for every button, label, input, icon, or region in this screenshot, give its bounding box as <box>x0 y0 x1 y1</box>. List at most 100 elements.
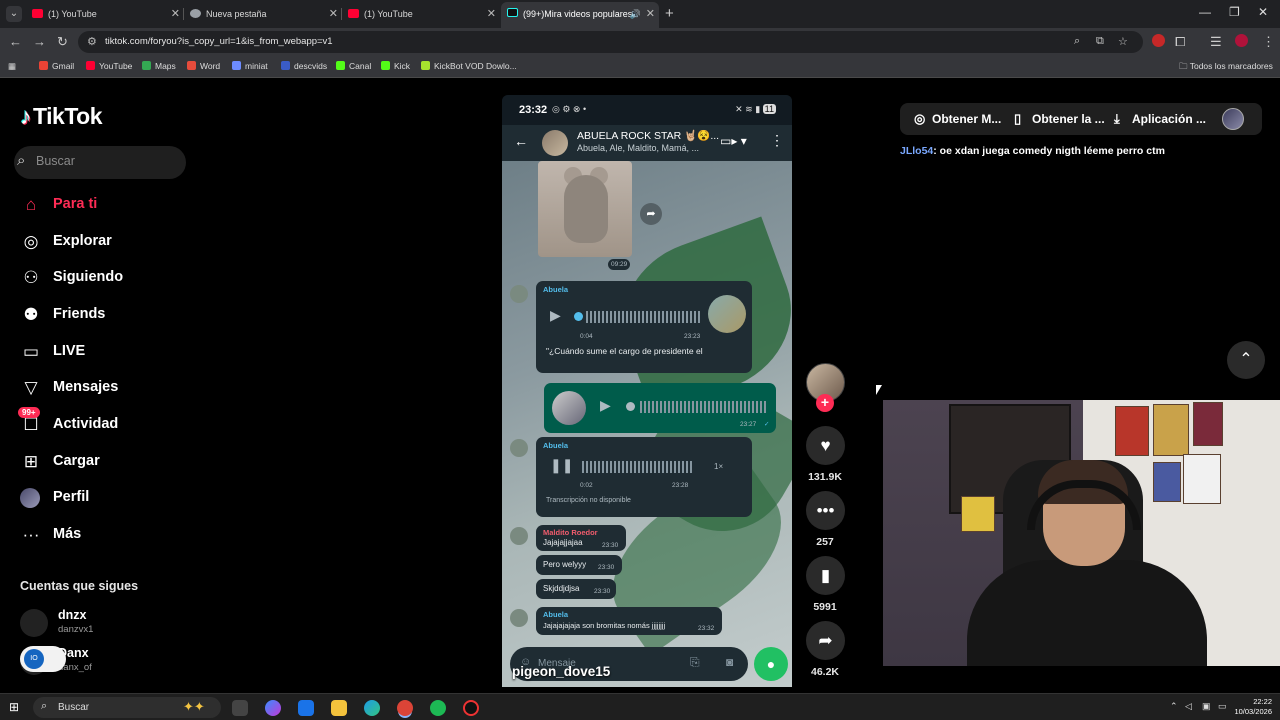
button-label: Aplicación ... <box>1132 112 1207 126</box>
sidebar-item-mas[interactable]: ··· Más <box>18 521 198 549</box>
search-box[interactable]: ⌕ <box>14 146 186 179</box>
close-tab-icon[interactable]: ✕ <box>171 3 180 25</box>
tab-title: (1) YouTube <box>364 9 413 19</box>
phone-status-bar: 23:32 ◎ ⚙ ⊗ • ✕ ≋ ▮ 11 <box>502 95 792 125</box>
menu-icon[interactable]: ⋮ <box>1262 34 1275 50</box>
user-avatar[interactable] <box>1222 108 1244 130</box>
bookmark-canal[interactable]: Canal <box>336 61 371 71</box>
tab-title: (99+)Mira videos populares <box>523 9 633 19</box>
browser-tab-tiktok[interactable]: (99+)Mira videos populares 🔊 ✕ <box>501 2 659 28</box>
battery-level: 11 <box>762 104 776 114</box>
taskbar-clock[interactable]: 22:22 10/03/2026 <box>1232 697 1272 717</box>
follow-plus-icon[interactable]: + <box>816 394 834 412</box>
person-torso <box>967 560 1207 666</box>
bookmark-descvids[interactable]: descvids <box>281 61 327 71</box>
close-tab-icon[interactable]: ✕ <box>646 2 655 26</box>
address-bar[interactable]: ⚙ tiktok.com/foryou?is_copy_url=1&is_fro… <box>78 31 1143 53</box>
file-explorer-icon[interactable] <box>331 700 347 716</box>
tray-chevron-icon[interactable]: ⌃ <box>1170 701 1178 712</box>
search-input[interactable] <box>36 154 176 168</box>
save-button[interactable]: ▮ <box>806 556 845 595</box>
theme-toggle[interactable]: IO <box>20 646 66 672</box>
close-tab-icon[interactable]: ✕ <box>487 3 496 25</box>
restore-icon[interactable]: ❐ <box>1229 5 1240 19</box>
sender-avatar <box>510 439 528 457</box>
extensions-icon[interactable]: ⧠ <box>1175 34 1185 50</box>
edge-icon[interactable] <box>364 700 380 716</box>
profile-avatar-icon[interactable] <box>1235 34 1248 47</box>
bookmark-gmail[interactable]: Gmail <box>39 61 74 71</box>
tiktok-logo[interactable]: ♪TikTok <box>20 103 103 130</box>
sidebar-item-para-ti[interactable]: ⌂ Para ti <box>18 191 198 219</box>
get-app-button[interactable]: ▯ Obtener la ... <box>1004 103 1105 135</box>
get-coins-button[interactable]: ◎ Obtener M... <box>904 103 1002 135</box>
battery-icon[interactable]: ▭ <box>1218 701 1227 712</box>
close-window-icon[interactable]: ✕ <box>1258 5 1268 19</box>
browser-tab-youtube-2[interactable]: (1) YouTube ✕ <box>342 3 500 25</box>
followed-account[interactable]: dnzx danzvx1 <box>20 607 190 639</box>
sidebar-item-live[interactable]: ▭ LIVE <box>18 338 198 366</box>
browser-tab-new-tab[interactable]: Nueva pestaña ✕ <box>184 3 342 25</box>
record-extension-icon[interactable] <box>1152 34 1165 47</box>
taskbar-search[interactable]: ⌕ Buscar ✦✦ <box>33 697 221 718</box>
sidebar-item-siguiendo[interactable]: ⚇ Siguiendo <box>18 264 198 292</box>
bookmark-word[interactable]: Word <box>187 61 220 71</box>
comment-button[interactable]: ••• <box>806 491 845 530</box>
text-message: Maldito Roedor Jajajajjajaa 23:30 <box>536 525 626 551</box>
forward-icon[interactable]: → <box>33 34 46 49</box>
install-app-icon[interactable]: ⧉ <box>1096 35 1104 48</box>
bookmark-star-icon[interactable]: ☆ <box>1118 35 1128 48</box>
url-text[interactable]: tiktok.com/foryou?is_copy_url=1&is_from_… <box>105 36 333 47</box>
bookmark-maps[interactable]: Maps <box>142 61 176 71</box>
like-button[interactable]: ♥ <box>806 426 845 465</box>
pause-icon: ❚❚ <box>550 457 574 473</box>
browser-toolbar: ← → ↻ ⚙ tiktok.com/foryou?is_copy_url=1&… <box>0 28 1280 56</box>
network-icon[interactable]: ▣ <box>1202 701 1211 712</box>
share-button[interactable]: ➦ <box>806 621 845 660</box>
desktop-app-button[interactable]: ⤓ Aplicación ... <box>1104 103 1207 135</box>
tab-list-icon[interactable]: ☰ <box>1210 34 1222 50</box>
site-info-icon[interactable]: ⚙ <box>87 35 97 48</box>
previous-video-button[interactable]: ⌃ <box>1227 341 1265 379</box>
sidebar-item-label: Cargar <box>53 453 100 469</box>
sidebar-item-mensajes[interactable]: ▽ Mensajes <box>18 374 198 402</box>
task-view-icon[interactable] <box>232 700 248 716</box>
bookmark-miniat[interactable]: miniat <box>232 61 268 71</box>
sidebar-item-label: Más <box>53 526 82 542</box>
tab-search-button[interactable]: ⌄ <box>6 6 22 22</box>
bookmark-label: YouTube <box>99 61 133 71</box>
bookmark-kick[interactable]: Kick <box>381 61 410 71</box>
sidebar-item-actividad[interactable]: ☐ 99+ Actividad <box>18 407 198 439</box>
button-label: Obtener M... <box>932 112 1002 126</box>
browser-tab-youtube-1[interactable]: (1) YouTube ✕ <box>26 3 184 25</box>
spotify-icon[interactable] <box>430 700 446 716</box>
speaker-icon[interactable]: 🔊 <box>630 2 641 26</box>
sidebar-item-friends[interactable]: ⚉ Friends <box>18 301 198 329</box>
playback-speed: 1× <box>714 462 724 471</box>
video-author-username[interactable]: pigeon_dove15 <box>512 664 610 679</box>
back-icon[interactable]: ← <box>9 34 22 49</box>
compass-icon: ◎ <box>23 232 39 251</box>
volume-icon[interactable]: ◁ <box>1185 701 1192 712</box>
obs-icon[interactable] <box>463 700 479 716</box>
sidebar-item-explorar[interactable]: ◎ Explorar <box>18 228 198 256</box>
sidebar-item-label: LIVE <box>53 343 86 359</box>
bookmark-youtube[interactable]: YouTube <box>86 61 132 71</box>
new-tab-button[interactable]: + <box>665 5 674 22</box>
all-bookmarks[interactable]: 🗀 Todos los marcadores <box>1179 61 1273 75</box>
store-icon[interactable] <box>298 700 314 716</box>
message-time: 23:30 <box>598 564 615 571</box>
minimize-icon[interactable]: — <box>1199 5 1211 19</box>
windows-start-icon[interactable]: ⊞ <box>9 700 19 714</box>
copilot-icon[interactable] <box>265 700 281 716</box>
apps-icon[interactable]: ▦ <box>8 61 16 72</box>
zoom-icon[interactable]: ⌕ <box>1074 35 1080 48</box>
bookmark-kickbot[interactable]: KickBot VOD Dowlo... <box>421 61 517 71</box>
video-player[interactable]: 23:32 ◎ ⚙ ⊗ • ✕ ≋ ▮ 11 ← ABUELA ROCK STA… <box>502 95 792 687</box>
sidebar-item-cargar[interactable]: ⊞ Cargar <box>18 448 198 476</box>
voice-transcript: "¿Cuándo sume el cargo de presidente el <box>546 346 703 356</box>
reload-icon[interactable]: ↻ <box>57 34 68 50</box>
close-tab-icon[interactable]: ✕ <box>329 3 338 25</box>
sidebar-item-perfil[interactable]: Perfil <box>18 484 198 512</box>
chrome-icon[interactable] <box>397 700 413 716</box>
